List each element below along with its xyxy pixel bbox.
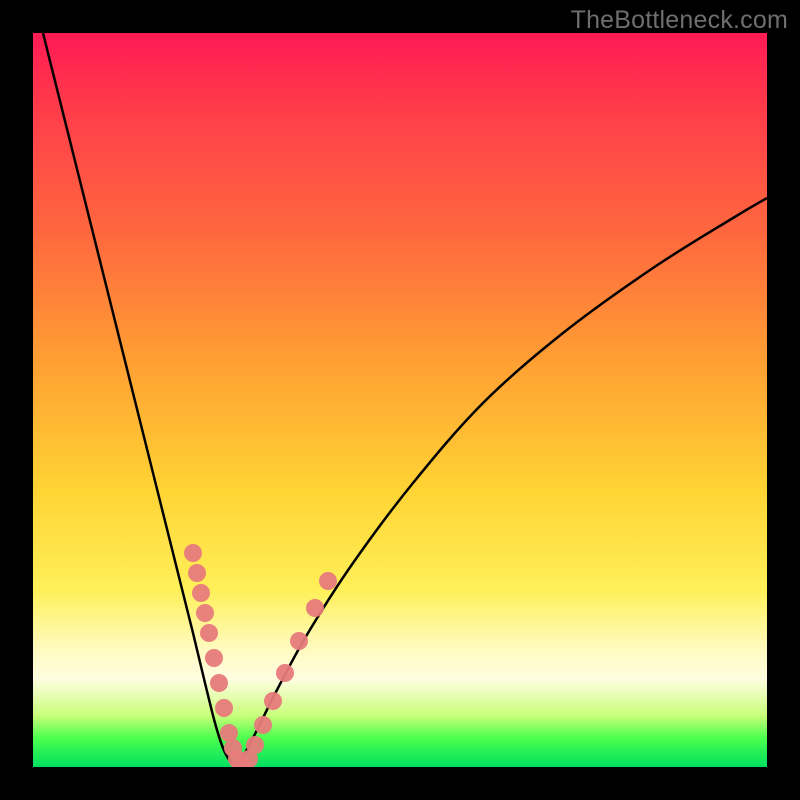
data-dot	[306, 599, 324, 617]
data-dot	[210, 674, 228, 692]
data-dot	[196, 604, 214, 622]
watermark-text: TheBottleneck.com	[571, 6, 788, 35]
data-dot	[215, 699, 233, 717]
data-dot	[192, 584, 210, 602]
curve-svg	[33, 33, 767, 767]
data-dot	[264, 692, 282, 710]
data-dot	[205, 649, 223, 667]
data-dot	[246, 736, 264, 754]
data-dot	[276, 664, 294, 682]
data-dot	[188, 564, 206, 582]
curve-right	[236, 198, 767, 766]
data-dot	[200, 624, 218, 642]
scatter-dots	[184, 544, 337, 767]
plot-area	[33, 33, 767, 767]
data-dot	[319, 572, 337, 590]
chart-frame: TheBottleneck.com	[0, 0, 800, 800]
data-dot	[184, 544, 202, 562]
data-dot	[254, 716, 272, 734]
data-dot	[290, 632, 308, 650]
